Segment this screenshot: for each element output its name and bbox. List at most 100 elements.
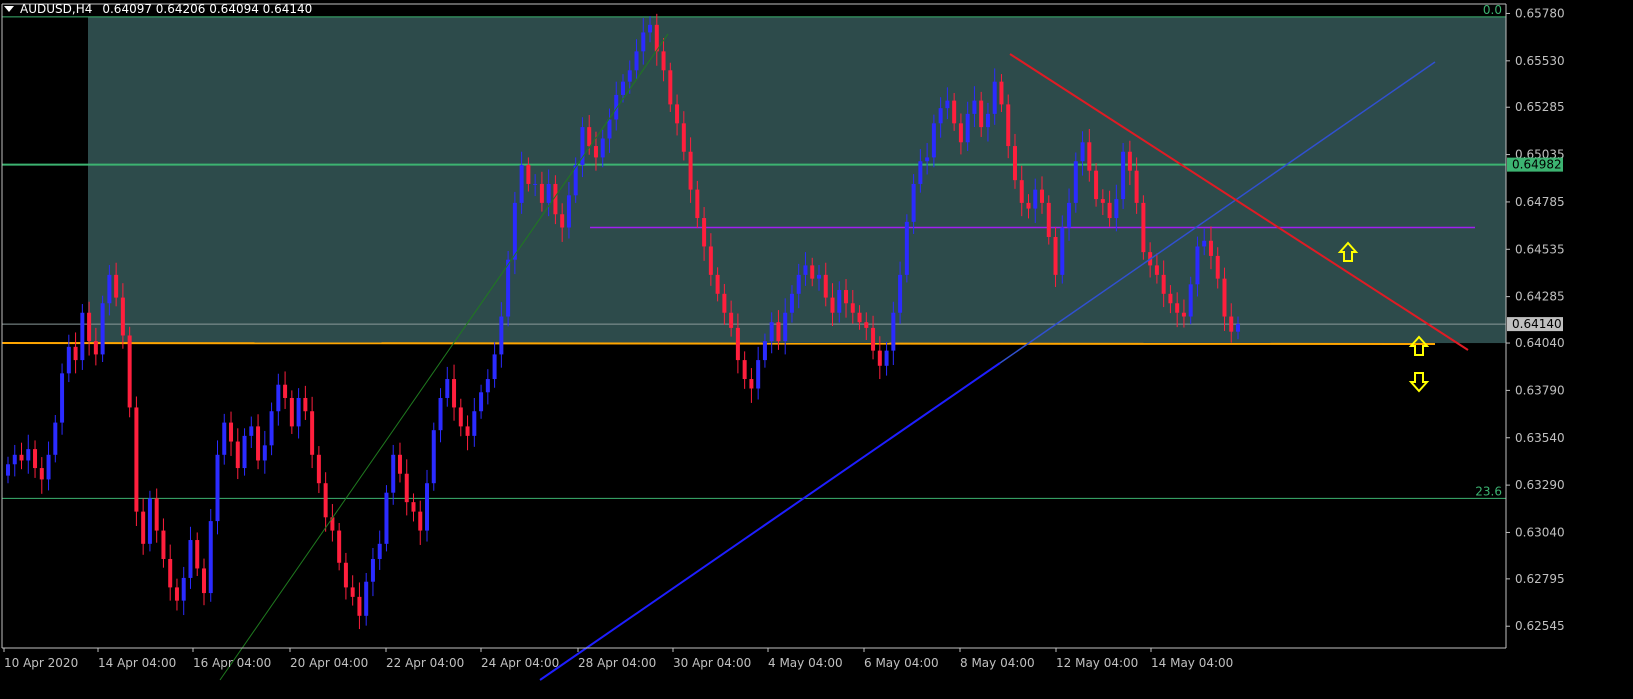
candle[interactable] [357,582,362,630]
fib-zone [88,16,1506,344]
candle[interactable] [756,346,761,400]
candle[interactable] [100,295,105,362]
candle[interactable] [168,544,173,601]
candle[interactable] [161,518,166,568]
candle[interactable] [742,351,747,389]
candle[interactable] [269,402,274,456]
candle[interactable] [391,444,396,505]
candle-body [1141,202,1146,253]
candle[interactable] [66,334,71,383]
candle[interactable] [418,500,423,545]
candle[interactable] [384,485,389,552]
candle[interactable] [60,363,65,435]
candle-body [965,113,970,143]
y-tick-label: 0.65530 [1515,54,1565,68]
candle[interactable] [330,504,335,542]
candle[interactable] [215,440,220,535]
candle[interactable] [364,572,369,626]
candle[interactable] [208,508,213,602]
candle[interactable] [174,578,179,611]
candle-body [566,195,571,228]
y-tick-label: 0.64535 [1515,242,1565,256]
candle[interactable] [884,341,889,376]
candle-body [796,274,801,294]
candle[interactable] [337,522,342,571]
candle[interactable] [19,442,24,470]
candle-body [492,354,497,380]
candle[interactable] [80,304,85,370]
candle[interactable] [256,414,261,470]
candle[interactable] [465,415,470,451]
candle[interactable] [154,488,159,543]
candle[interactable] [479,384,484,419]
candle-body [87,312,92,342]
candle[interactable] [452,364,457,421]
candle[interactable] [53,415,58,463]
candle[interactable] [1121,143,1126,209]
candle[interactable] [411,493,416,522]
candle[interactable] [749,368,754,403]
candle[interactable] [425,469,430,542]
candle[interactable] [235,428,240,480]
candle-body [127,335,132,408]
candle[interactable] [492,342,497,388]
candle[interactable] [303,385,308,420]
candle[interactable] [296,388,301,439]
candle[interactable] [242,428,247,476]
candle[interactable] [262,430,267,474]
candle[interactable] [188,526,193,589]
candle[interactable] [472,397,477,447]
candle[interactable] [350,575,355,606]
candle-body [918,161,923,184]
candle[interactable] [310,396,315,469]
candle[interactable] [222,413,227,465]
candle[interactable] [283,371,288,409]
price-chart[interactable]: 0.023.6 0.657800.655300.652850.650350.64… [0,0,1633,699]
candle[interactable] [141,498,146,555]
candle[interactable] [404,459,409,516]
support-line[interactable] [1,342,1436,346]
candle[interactable] [370,547,375,597]
candle[interactable] [39,457,44,494]
candle[interactable] [431,422,436,491]
candle[interactable] [33,440,38,478]
current-price-tag: 0.64140 [1507,317,1563,332]
candle[interactable] [445,366,450,407]
candle[interactable] [229,411,234,456]
candle[interactable] [6,456,10,484]
candle[interactable] [377,530,382,570]
x-tick-label: 12 May 04:00 [1056,656,1138,670]
candle[interactable] [181,566,186,616]
candle[interactable] [73,332,78,374]
candle-body [384,492,389,544]
candle[interactable] [438,388,443,443]
candle[interactable] [904,214,909,283]
candle[interactable] [26,434,31,474]
x-tick-label: 16 Apr 04:00 [193,656,271,670]
candle[interactable] [127,326,132,418]
candle-body [702,218,707,247]
candle[interactable] [343,552,348,600]
candle[interactable] [134,396,139,527]
candle-body [80,312,85,361]
candle[interactable] [46,441,51,491]
candle[interactable] [458,398,463,437]
candle[interactable] [12,444,17,477]
chart-window[interactable]: 0.0 23.6 0.65780 0.65530 0.65285 0.65035 0.64… [0,0,1633,699]
candle-body [904,221,909,275]
candle[interactable] [147,490,152,552]
candle[interactable] [485,369,490,405]
candle[interactable] [201,558,206,606]
candle[interactable] [316,446,321,494]
candle[interactable] [397,442,402,483]
candle[interactable] [249,416,254,448]
candle-body [1208,240,1213,256]
blue-trend-line[interactable] [539,362,1001,681]
candle-body [323,483,328,518]
candle[interactable] [289,390,294,434]
candle[interactable] [195,532,200,577]
dropdown-triangle-icon[interactable] [4,6,14,12]
candle[interactable] [1141,195,1146,260]
candle[interactable] [323,472,328,532]
candle[interactable] [276,373,281,426]
